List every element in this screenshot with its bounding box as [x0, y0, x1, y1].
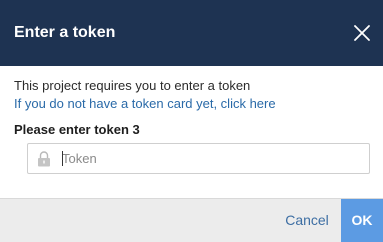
no-token-card-link[interactable]: If you do not have a token card yet, cli…	[14, 96, 276, 112]
token-required-message: This project requires you to enter a tok…	[14, 78, 251, 93]
close-icon	[354, 25, 370, 41]
dialog-footer: Cancel OK	[0, 198, 383, 242]
dialog-header: Enter a token	[0, 0, 383, 66]
ok-button[interactable]: OK	[341, 199, 383, 242]
dialog-title: Enter a token	[14, 24, 116, 41]
cancel-button[interactable]: Cancel	[277, 199, 337, 242]
text-caret	[62, 151, 63, 166]
token-input-wrapper	[27, 143, 370, 174]
close-button[interactable]	[350, 21, 374, 45]
token-dialog: Enter a token This project requires you …	[0, 0, 383, 242]
token-input[interactable]	[62, 144, 362, 173]
token-field-label: Please enter token 3	[14, 122, 140, 137]
dialog-body: This project requires you to enter a tok…	[0, 66, 383, 198]
lock-icon	[38, 151, 50, 167]
